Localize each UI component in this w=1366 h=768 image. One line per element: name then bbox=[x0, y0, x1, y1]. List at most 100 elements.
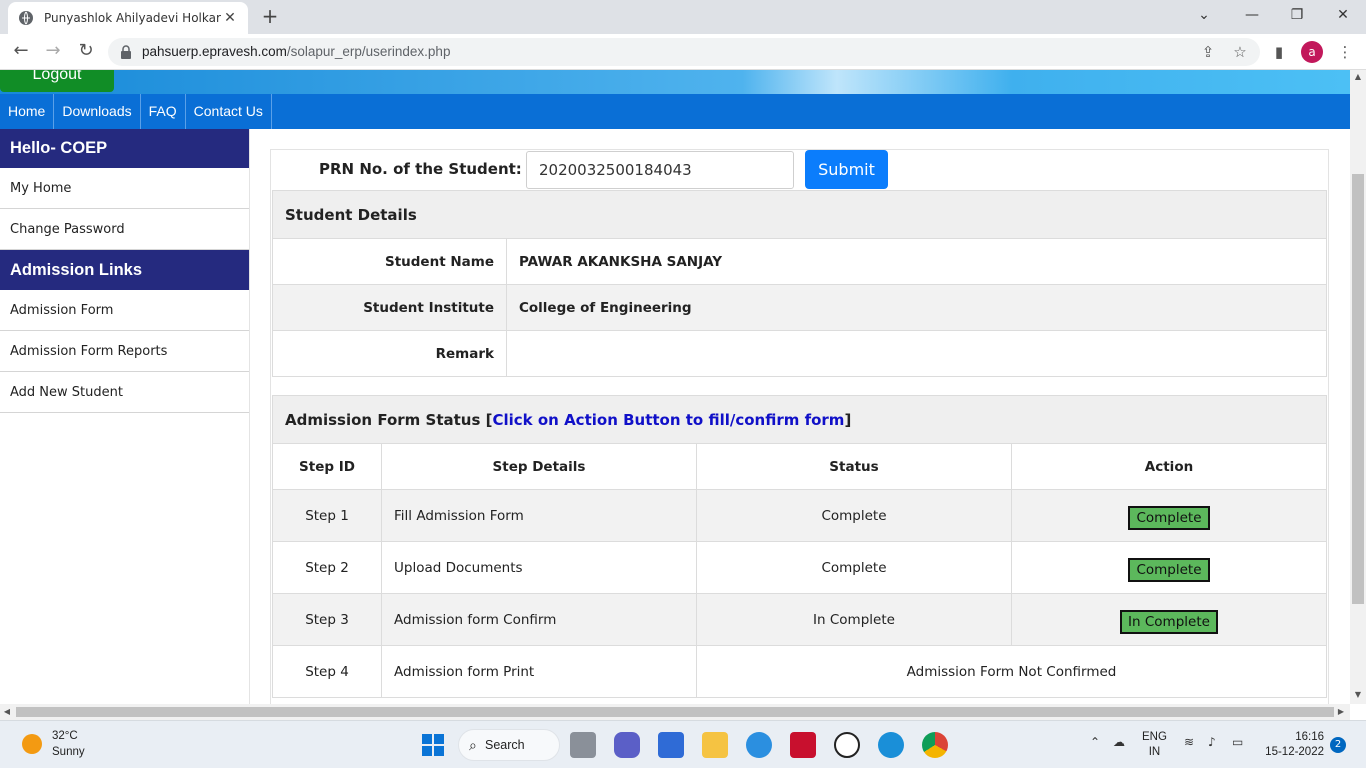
horizontal-scrollbar[interactable]: ◀ ▶ bbox=[0, 704, 1350, 720]
clock-time: 16:16 bbox=[1295, 731, 1324, 743]
url-field[interactable]: pahsuerp.epravesh.com/solapur_erp/userin… bbox=[108, 38, 1260, 66]
chrome-browser-icon[interactable] bbox=[922, 732, 948, 758]
student-details-table: Student Details Student Name PAWAR AKANK… bbox=[272, 190, 1327, 377]
show-hidden-icons-icon[interactable]: ⌃ bbox=[1090, 735, 1100, 749]
step2-action-button[interactable]: Complete bbox=[1128, 557, 1210, 582]
prn-label: PRN No. of the Student: * bbox=[319, 160, 535, 178]
step-id: Step 2 bbox=[272, 541, 382, 594]
battery-icon[interactable]: ▭ bbox=[1232, 735, 1243, 749]
taskbar-search[interactable]: ⌕ Search bbox=[458, 729, 560, 761]
minimize-icon[interactable]: — bbox=[1238, 4, 1266, 28]
browser-tab[interactable]: Punyashlok Ahilyadevi Holkar So ✕ bbox=[8, 2, 248, 34]
menu-dots-icon[interactable]: ⋮ bbox=[1334, 42, 1356, 64]
remark-value bbox=[506, 330, 1327, 377]
sun-icon[interactable] bbox=[22, 734, 42, 754]
step-status: Complete bbox=[696, 541, 1012, 594]
forward-icon[interactable]: → bbox=[40, 40, 66, 64]
weather-condition[interactable]: Sunny bbox=[52, 746, 85, 758]
help-icon[interactable] bbox=[746, 732, 772, 758]
fill-confirm-link[interactable]: Click on Action Button to fill/confirm f… bbox=[492, 411, 844, 429]
nav-downloads[interactable]: Downloads bbox=[54, 94, 141, 129]
browser-tabbar: Punyashlok Ahilyadevi Holkar So ✕ + ⌄ — … bbox=[0, 0, 1366, 34]
sidebar-item-change-password[interactable]: Change Password bbox=[0, 209, 249, 250]
system-clock[interactable]: 16:16 15-12-2022 bbox=[1262, 730, 1324, 760]
sidebar-item-my-home[interactable]: My Home bbox=[0, 168, 249, 209]
table-row: Remark bbox=[272, 330, 1327, 377]
tab-search-icon[interactable]: ⌄ bbox=[1190, 4, 1218, 28]
scroll-down-icon[interactable]: ▼ bbox=[1350, 688, 1366, 702]
wifi-icon[interactable]: ≋ bbox=[1184, 735, 1194, 749]
sidebar-item-admission-form-reports[interactable]: Admission Form Reports bbox=[0, 331, 249, 372]
share-icon[interactable]: ⇪ bbox=[1197, 42, 1219, 64]
step-id: Step 4 bbox=[272, 645, 382, 698]
step1-action-button[interactable]: Complete bbox=[1128, 505, 1210, 530]
side-panel-icon[interactable]: ▮ bbox=[1268, 42, 1290, 64]
student-details-title: Student Details bbox=[272, 190, 1327, 239]
close-tab-icon[interactable]: ✕ bbox=[222, 10, 238, 26]
maximize-icon[interactable]: ❐ bbox=[1283, 4, 1311, 28]
submit-button[interactable]: Submit bbox=[805, 150, 888, 189]
nav-contact-us[interactable]: Contact Us bbox=[186, 94, 272, 129]
student-name-value: PAWAR AKANKSHA SANJAY bbox=[506, 238, 1327, 285]
nav-faq[interactable]: FAQ bbox=[141, 94, 186, 129]
globe-icon bbox=[19, 11, 33, 25]
language-indicator[interactable]: ENG IN bbox=[1142, 730, 1167, 760]
lock-icon bbox=[121, 45, 131, 59]
student-name-label: Student Name bbox=[272, 238, 507, 285]
col-status: Status bbox=[696, 443, 1012, 490]
horizontal-scroll-thumb[interactable] bbox=[16, 707, 1334, 717]
onedrive-cloud-icon[interactable]: ☁ bbox=[1113, 735, 1125, 749]
teams-chat-icon[interactable] bbox=[614, 732, 640, 758]
header-banner bbox=[0, 70, 1350, 94]
search-icon: ⌕ bbox=[469, 737, 477, 753]
mcafee-icon[interactable] bbox=[790, 732, 816, 758]
remark-label: Remark bbox=[272, 330, 507, 377]
sidebar-section-title: Admission Links bbox=[0, 250, 249, 290]
app-icon[interactable] bbox=[834, 732, 860, 758]
page-viewport: Logout Home Downloads FAQ Contact Us Hel… bbox=[0, 70, 1350, 704]
prn-input[interactable]: 2020032500184043 bbox=[526, 151, 794, 189]
volume-icon[interactable]: ♪ bbox=[1208, 735, 1216, 749]
table-row: Step 2 Upload Documents Complete Complet… bbox=[272, 541, 1327, 594]
logout-button[interactable]: Logout bbox=[0, 70, 114, 92]
task-view-icon[interactable] bbox=[570, 732, 596, 758]
step-status-merged: Admission Form Not Confirmed bbox=[696, 645, 1327, 698]
scroll-up-icon[interactable]: ▲ bbox=[1350, 70, 1366, 84]
col-step-details: Step Details bbox=[381, 443, 697, 490]
step-id: Step 1 bbox=[272, 489, 382, 542]
tab-title: Punyashlok Ahilyadevi Holkar So bbox=[44, 11, 222, 25]
main-nav: Home Downloads FAQ Contact Us bbox=[0, 94, 1350, 129]
sidebar-greeting: Hello- COEP bbox=[0, 129, 249, 168]
reload-icon[interactable]: ↻ bbox=[73, 40, 99, 64]
main-content: PRN No. of the Student: * 20200325001840… bbox=[270, 149, 1329, 704]
admission-status-title: Admission Form Status bbox=[285, 410, 481, 429]
vertical-scroll-thumb[interactable] bbox=[1352, 174, 1364, 604]
scroll-right-icon[interactable]: ▶ bbox=[1334, 704, 1348, 720]
col-step-id: Step ID bbox=[272, 443, 382, 490]
table-row: Student Name PAWAR AKANKSHA SANJAY bbox=[272, 238, 1327, 285]
action-cell: Complete bbox=[1011, 489, 1327, 542]
file-explorer-icon[interactable] bbox=[702, 732, 728, 758]
back-icon[interactable]: ← bbox=[8, 40, 34, 64]
scroll-left-icon[interactable]: ◀ bbox=[0, 704, 14, 720]
step3-action-button[interactable]: In Complete bbox=[1120, 609, 1218, 634]
vertical-scrollbar[interactable]: ▲ ▼ bbox=[1350, 70, 1366, 704]
nav-home[interactable]: Home bbox=[0, 94, 55, 129]
sidebar-item-add-new-student[interactable]: Add New Student bbox=[0, 372, 249, 413]
student-institute-value: College of Engineering bbox=[506, 284, 1327, 331]
notification-badge[interactable]: 2 bbox=[1330, 737, 1346, 753]
table-row: Step 3 Admission form Confirm In Complet… bbox=[272, 593, 1327, 646]
weather-temperature[interactable]: 32°C bbox=[52, 730, 78, 742]
windows-start-icon[interactable] bbox=[420, 732, 446, 758]
url-host: pahsuerp.epravesh.com bbox=[142, 44, 287, 59]
clock-date: 15-12-2022 bbox=[1265, 746, 1324, 758]
step-details: Upload Documents bbox=[381, 541, 697, 594]
sidebar-item-admission-form[interactable]: Admission Form bbox=[0, 290, 249, 331]
close-window-icon[interactable]: ✕ bbox=[1329, 4, 1357, 28]
bookmark-star-icon[interactable]: ☆ bbox=[1229, 42, 1251, 64]
store-icon[interactable] bbox=[658, 732, 684, 758]
edge-browser-icon[interactable] bbox=[878, 732, 904, 758]
step-id: Step 3 bbox=[272, 593, 382, 646]
profile-avatar[interactable]: a bbox=[1301, 41, 1323, 63]
new-tab-icon[interactable]: + bbox=[258, 6, 282, 28]
